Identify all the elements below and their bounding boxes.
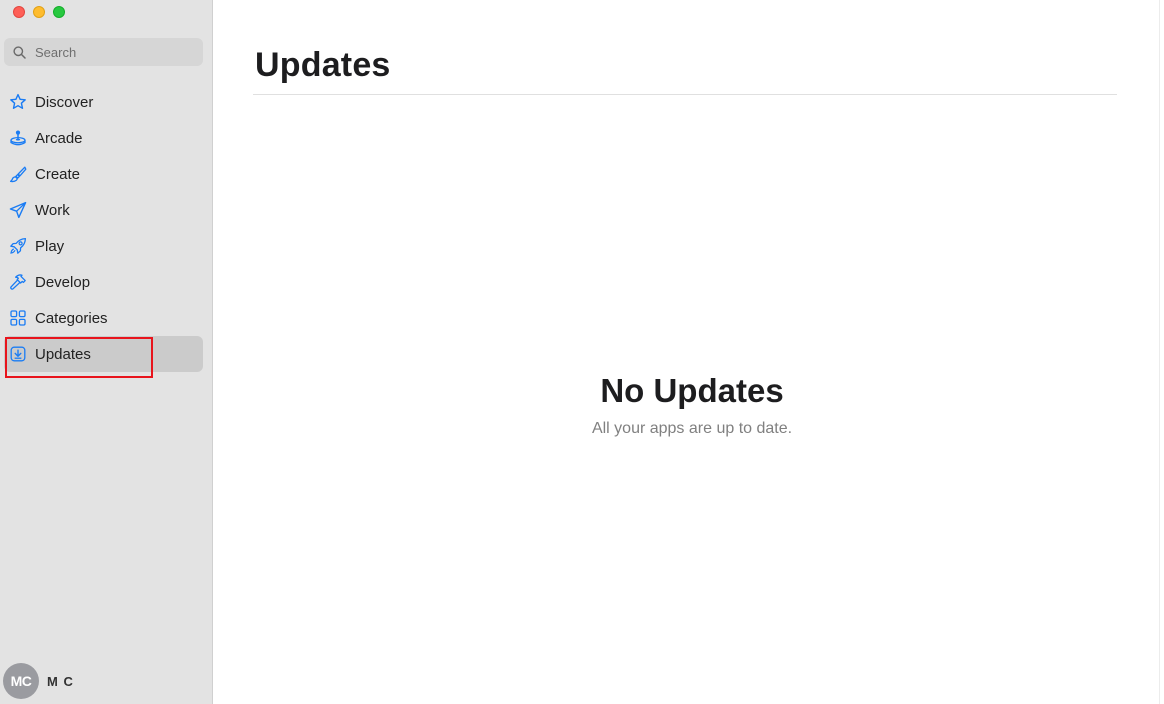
account-button[interactable]: MC M C — [3, 663, 74, 699]
empty-state-title: No Updates — [600, 372, 784, 409]
paperplane-icon — [9, 201, 27, 219]
sidebar-item-label: Play — [35, 237, 65, 255]
sidebar-item-work[interactable]: Work — [4, 192, 203, 228]
paintbrush-icon — [9, 165, 27, 183]
sidebar-item-discover[interactable]: Discover — [4, 84, 203, 120]
window-edge-divider — [1159, 0, 1160, 704]
traffic-lights — [13, 6, 65, 18]
main-content: Updates No Updates All your apps are up … — [213, 0, 1164, 704]
joystick-icon — [9, 129, 27, 147]
account-name: M C — [47, 673, 74, 689]
sidebar-item-arcade[interactable]: Arcade — [4, 120, 203, 156]
sidebar-item-play[interactable]: Play — [4, 228, 203, 264]
empty-state-subtitle: All your apps are up to date. — [591, 420, 793, 437]
minimize-button[interactable] — [33, 6, 45, 18]
avatar[interactable]: MC — [3, 663, 39, 699]
sidebar-nav: Discover Arcade Create Work Play Develop… — [4, 84, 203, 372]
zoom-button[interactable] — [53, 6, 65, 18]
sidebar-item-label: Categories — [35, 309, 108, 327]
sidebar-item-updates[interactable]: Updates — [4, 336, 203, 372]
star-icon — [9, 93, 27, 111]
download-icon — [9, 345, 27, 363]
page-title: Updates — [255, 46, 391, 84]
search-input[interactable] — [35, 44, 185, 60]
close-button[interactable] — [13, 6, 25, 18]
search-field[interactable] — [4, 38, 203, 66]
sidebar-item-create[interactable]: Create — [4, 156, 203, 192]
app-window: Discover Arcade — [0, 0, 1164, 704]
hammer-icon — [9, 273, 27, 291]
sidebar: Discover Arcade — [0, 0, 213, 704]
sidebar-item-label: Discover — [35, 93, 94, 111]
sidebar-item-develop[interactable]: Develop — [4, 264, 203, 300]
sidebar-item-label: Develop — [35, 273, 91, 291]
sidebar-item-label: Work — [35, 201, 70, 219]
search-icon — [12, 45, 26, 59]
grid-icon — [9, 309, 27, 327]
sidebar-item-label: Updates — [35, 345, 91, 363]
empty-state: No Updates All your apps are up to date. — [213, 372, 1164, 438]
sidebar-item-label: Arcade — [35, 129, 83, 147]
rocket-icon — [9, 237, 27, 255]
title-divider — [253, 94, 1117, 95]
sidebar-item-categories[interactable]: Categories — [4, 300, 203, 336]
sidebar-item-label: Create — [35, 165, 81, 183]
